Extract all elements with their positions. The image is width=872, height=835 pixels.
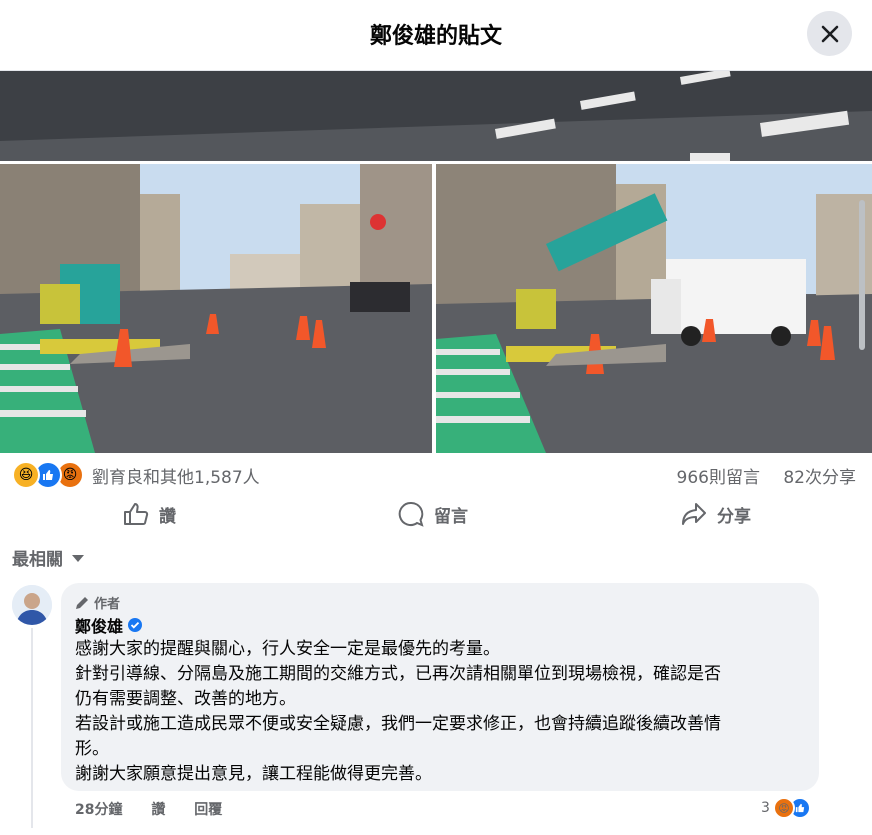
close-icon bbox=[821, 25, 838, 42]
post-photo-left[interactable] bbox=[0, 164, 432, 453]
reactions-summary[interactable]: 😆 😡 劉育良和其他1,587人 bbox=[12, 461, 260, 489]
author-badge-label: 作者 bbox=[94, 597, 121, 612]
comment-meta: 28分鐘 讚 回覆 bbox=[75, 799, 246, 819]
comment-time[interactable]: 28分鐘 bbox=[75, 802, 122, 818]
chevron-down-icon bbox=[72, 554, 84, 562]
comment-reactions[interactable]: 3 😡 bbox=[761, 797, 811, 819]
comment-text: 感謝大家的提醒與關心，行人安全一定是最優先的考量。 針對引導線、分隔島及施工期間… bbox=[75, 637, 807, 787]
comment-line: 謝謝大家願意提出意見，讓工程能做得更完善。 bbox=[75, 764, 432, 784]
share-icon bbox=[682, 503, 706, 525]
post-stats: 966則留言 82次分享 bbox=[659, 463, 857, 488]
comment-reply-button[interactable]: 回覆 bbox=[194, 802, 222, 818]
comment-label: 留言 bbox=[434, 506, 468, 527]
angry-reaction-icon: 😡 bbox=[772, 797, 795, 819]
reactions-count[interactable]: 劉育良和其他1,587人 bbox=[92, 463, 260, 488]
comment-bubble: 作者 鄭俊雄 感謝大家的提醒與關心，行人安全一定是最優先的考量。 針對引導線、分… bbox=[61, 583, 819, 791]
pencil-icon bbox=[76, 596, 88, 609]
comment-reaction-count: 3 bbox=[761, 800, 770, 816]
comment-button[interactable]: 留言 bbox=[398, 494, 468, 534]
author-badge: 作者 bbox=[75, 593, 120, 612]
author-name[interactable]: 鄭俊雄 bbox=[75, 613, 123, 637]
avatar[interactable] bbox=[12, 585, 52, 625]
share-label: 分享 bbox=[717, 506, 751, 527]
comment-line: 針對引導線、分隔島及施工期間的交維方式，已再次請相關單位到現場檢視，確認是否 bbox=[75, 664, 721, 684]
comment-icon bbox=[398, 501, 424, 527]
verified-badge-icon bbox=[128, 618, 143, 632]
sort-label: 最相關 bbox=[12, 550, 63, 570]
comment-line: 仍有需要調整、改善的地方。 bbox=[75, 689, 296, 709]
close-button[interactable] bbox=[807, 11, 852, 56]
thread-line bbox=[31, 628, 33, 828]
thumbs-up-icon bbox=[124, 503, 149, 525]
haha-reaction-icon: 😆 bbox=[12, 461, 40, 489]
shares-count[interactable]: 82次分享 bbox=[783, 468, 856, 488]
comment-like-button[interactable]: 讚 bbox=[151, 802, 165, 818]
comment-sort-dropdown[interactable]: 最相關 bbox=[12, 545, 87, 570]
like-button[interactable]: 讚 bbox=[123, 494, 176, 534]
dialog-title: 鄭俊雄的貼文 bbox=[369, 24, 502, 49]
post-photo-right[interactable] bbox=[436, 164, 872, 453]
post-photo-top[interactable] bbox=[0, 71, 872, 161]
comment-line: 感謝大家的提醒與關心，行人安全一定是最優先的考量。 bbox=[75, 639, 500, 659]
share-button[interactable]: 分享 bbox=[681, 494, 751, 534]
dialog-header: 鄭俊雄的貼文 bbox=[0, 0, 872, 71]
post-actions: 讚 留言 分享 bbox=[0, 494, 872, 534]
comment-line: 若設計或施工造成民眾不便或安全疑慮，我們一定要求修正，也會持續追蹤後續改善情 bbox=[75, 714, 721, 734]
comment-author[interactable]: 鄭俊雄 bbox=[75, 613, 143, 637]
scrollbar[interactable] bbox=[859, 200, 865, 350]
like-label: 讚 bbox=[159, 506, 176, 527]
comment-line: 形。 bbox=[75, 739, 109, 759]
comments-count[interactable]: 966則留言 bbox=[677, 468, 760, 488]
